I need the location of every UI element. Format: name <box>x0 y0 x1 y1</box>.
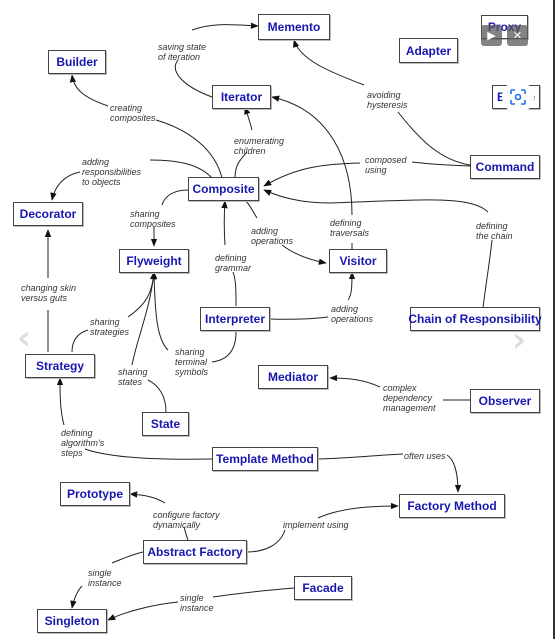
label-defining-the-chain: defining the chain <box>476 221 513 241</box>
play-button[interactable]: ▶ <box>481 25 502 46</box>
node-builder[interactable]: Builder <box>48 50 106 74</box>
node-decorator[interactable]: Decorator <box>13 202 83 226</box>
next-arrow[interactable]: › <box>512 320 526 360</box>
label-composed-using: composed using <box>365 155 407 175</box>
node-facade[interactable]: Facade <box>294 576 352 600</box>
label-defining-grammar: defining grammar <box>215 253 252 273</box>
label-often-uses: often uses <box>404 451 446 461</box>
label-defining-traversals: defining traversals <box>330 218 370 238</box>
node-command[interactable]: Command <box>470 155 540 179</box>
node-flyweight[interactable]: Flyweight <box>119 249 189 273</box>
node-template-method[interactable]: Template Method <box>212 447 318 471</box>
label-creating-composites: creating composites <box>110 103 156 123</box>
node-iterator[interactable]: Iterator <box>212 85 271 109</box>
node-interpreter[interactable]: Interpreter <box>200 307 270 331</box>
panel-border <box>553 0 555 639</box>
label-complex-dependency: complex dependency management <box>383 383 436 413</box>
label-sharing-states: sharing states <box>118 367 148 387</box>
node-visitor[interactable]: Visitor <box>329 249 387 273</box>
node-abstract-factory[interactable]: Abstract Factory <box>143 540 247 564</box>
edge-strategy-flyweight <box>71 272 154 353</box>
node-state[interactable]: State <box>142 412 189 436</box>
label-configure-factory: configure factory dynamically <box>153 510 220 530</box>
label-changing-skin: changing skin versus guts <box>21 283 77 303</box>
node-mediator[interactable]: Mediator <box>258 365 328 389</box>
play-icon: ▶ <box>487 30 496 42</box>
label-single-instance-1: single instance <box>88 568 122 588</box>
node-prototype[interactable]: Prototype <box>60 482 130 506</box>
label-sharing-composites: sharing composites <box>130 209 176 229</box>
label-adding-operations-2: adding operations <box>331 304 374 324</box>
node-observer[interactable]: Observer <box>470 389 540 413</box>
label-sharing-terminal-symbols: sharing terminal symbols <box>175 347 209 377</box>
label-avoiding-hysteresis: avoiding hysteresis <box>367 90 408 110</box>
visual-search-button[interactable] <box>502 81 534 113</box>
label-implement-using: implement using <box>283 520 349 530</box>
node-memento[interactable]: Memento <box>258 14 330 40</box>
label-defining-algorithm: defining algorithm's steps <box>61 428 105 458</box>
label-enumerating-children: enumerating children <box>234 136 285 156</box>
node-adapter[interactable]: Adapter <box>399 38 458 63</box>
close-button[interactable]: ✕ <box>507 25 528 46</box>
label-single-instance-2: single instance <box>180 593 214 613</box>
node-factory-method[interactable]: Factory Method <box>399 494 505 518</box>
label-adding-responsibilities: adding responsibilities to objects <box>82 157 142 187</box>
close-icon: ✕ <box>512 30 523 42</box>
node-singleton[interactable]: Singleton <box>37 609 107 633</box>
design-patterns-diagram: Memento Proxy Builder Adapter Iterator B… <box>0 0 557 639</box>
label-saving-state: saving state of iteration <box>158 42 207 62</box>
prev-arrow[interactable]: ‹ <box>17 318 31 358</box>
label-adding-operations-1: adding operations <box>251 226 294 246</box>
lens-icon <box>510 89 526 105</box>
node-composite[interactable]: Composite <box>188 177 259 201</box>
label-sharing-strategies: sharing strategies <box>90 317 130 337</box>
node-strategy[interactable]: Strategy <box>25 354 95 378</box>
